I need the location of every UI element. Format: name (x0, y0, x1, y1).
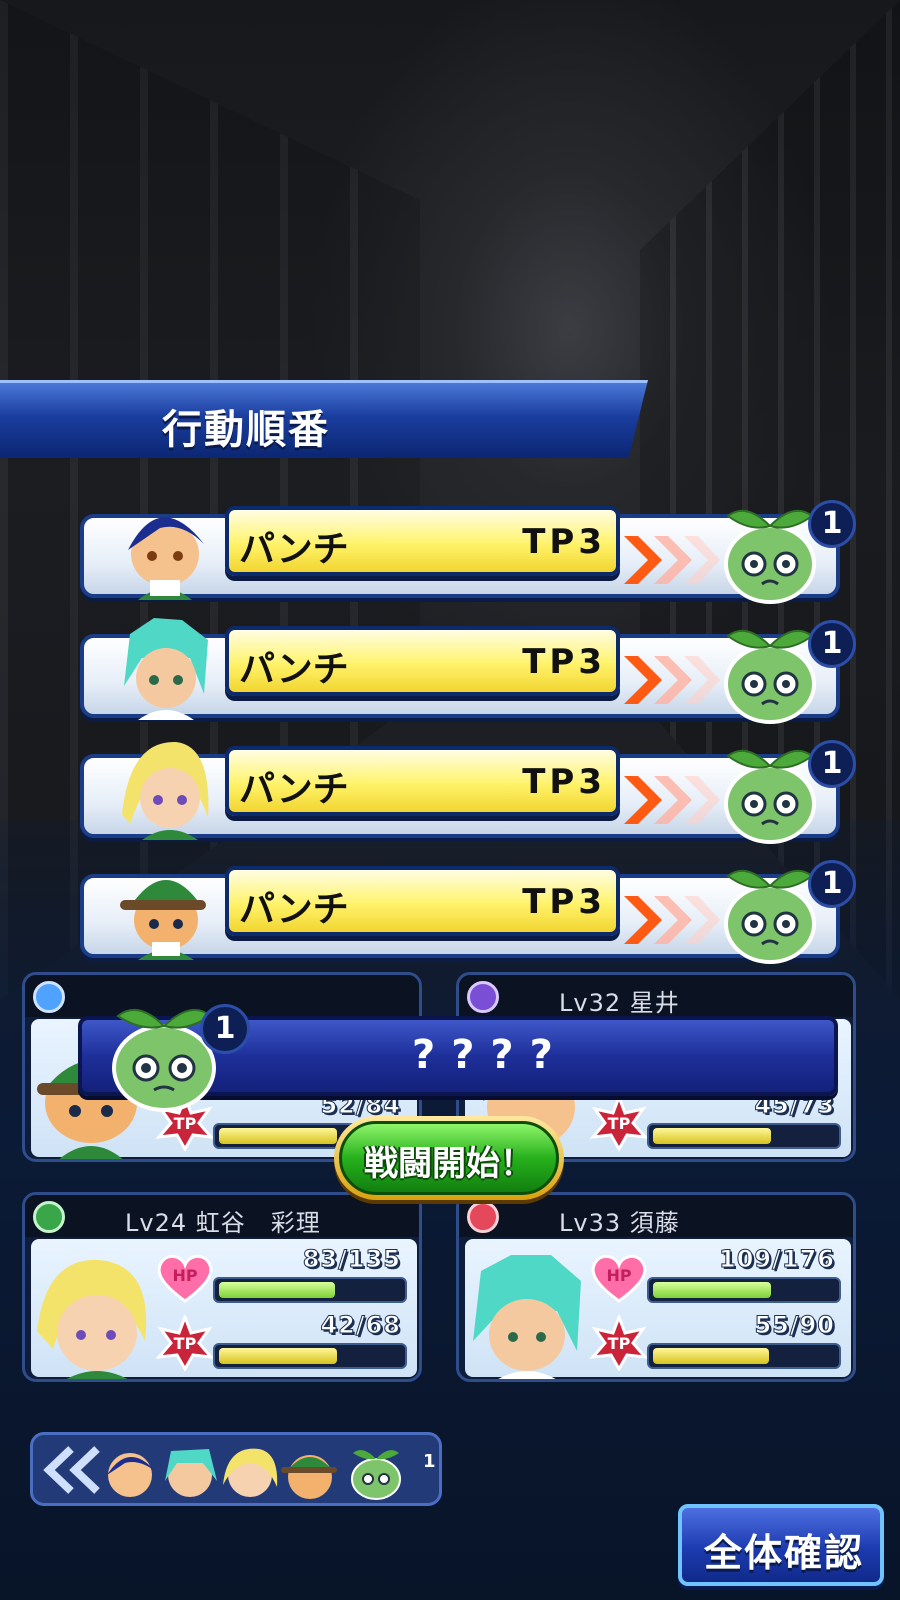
green-cap-boy-avatar (120, 880, 206, 960)
tp-value: 55/90 (754, 1311, 835, 1340)
arrow-right-icon (624, 776, 720, 824)
tp-icon: TP (589, 1095, 649, 1151)
sprout-enemy-target-icon (724, 629, 816, 724)
action-row[interactable]: パンチ TP3 1 (80, 860, 856, 964)
svg-text:HP: HP (606, 1266, 631, 1285)
svg-text:TP: TP (608, 1114, 631, 1133)
turn-order-strip[interactable]: 1 (30, 1432, 442, 1506)
hp-bar (647, 1277, 841, 1303)
green-cap-boy-mini-icon (281, 1455, 337, 1499)
target-number-badge: 1 (808, 740, 856, 788)
bar-fill (219, 1348, 337, 1364)
sprout-enemy-target-icon (724, 749, 816, 844)
skill-name: パンチ (239, 769, 349, 810)
target-icon (467, 1201, 499, 1233)
overall-confirm-button[interactable]: 全体確認 (678, 1504, 884, 1586)
blue-hair-boy-avatar (128, 517, 204, 600)
svg-text:TP: TP (174, 1114, 197, 1133)
blonde-girl-portrait (37, 1259, 147, 1379)
fist-icon (467, 981, 499, 1013)
skill-name: パンチ (239, 529, 349, 570)
action-row[interactable]: パンチ TP3 1 (80, 500, 856, 604)
teal-hair-boy-mini-icon (165, 1449, 217, 1497)
page-title: 行動順番 (162, 407, 330, 453)
sprout-enemy-mini-icon (351, 1450, 401, 1500)
bar-fill (653, 1348, 769, 1364)
teal-hair-boy-avatar (124, 618, 208, 720)
bar-fill (653, 1282, 771, 1298)
hp-value: 109/176 (719, 1245, 835, 1274)
target-number-badge: 1 (808, 620, 856, 668)
fist-icon (33, 981, 65, 1013)
bar-fill (653, 1128, 771, 1144)
action-row[interactable]: パンチ TP3 1 (80, 618, 856, 724)
action-row[interactable]: パンチ TP3 1 (80, 740, 856, 844)
bar-fill (219, 1128, 337, 1144)
enemy-action-label: ???? (412, 1032, 569, 1078)
party-card-3[interactable]: Lv24 虹谷 彩理 HP TP 83/135 42/68 (22, 1192, 422, 1382)
enemy-number-badge: 1 (200, 1004, 250, 1054)
blonde-girl-avatar (122, 741, 209, 840)
skill-name: パンチ (239, 649, 349, 690)
blue-hair-boy-mini-icon (107, 1453, 155, 1497)
svg-text:TP: TP (608, 1334, 631, 1353)
arrow-right-icon (624, 656, 720, 704)
start-battle-button-face: 戦闘開始！ (339, 1121, 559, 1195)
skill-panel: パンチ TP3 (225, 746, 620, 816)
skill-panel: パンチ TP3 (225, 626, 620, 696)
target-number-badge: 1 (808, 860, 856, 908)
arrow-right-icon (624, 536, 720, 584)
skill-name: パンチ (239, 889, 349, 930)
battle-screen: 行動順番 パンチ TP3 1 パンチ TP3 1 パンチ TP3 1 パンチ TP3 1 TP 52/… (0, 0, 900, 1600)
arrow-right-icon (624, 896, 720, 944)
sprout-enemy-target-icon (724, 509, 816, 604)
sprout-enemy-target-icon (724, 869, 816, 964)
skill-tp-cost: TP3 (522, 642, 606, 682)
skill-tp-cost: TP3 (522, 882, 606, 922)
hp-value: 83/135 (302, 1245, 401, 1274)
teal-hair-boy-portrait (473, 1255, 581, 1379)
tp-icon: TP (155, 1315, 215, 1371)
skill-tp-cost: TP3 (522, 762, 606, 802)
party-card-4[interactable]: Lv33 須藤 HP TP 109/176 55/90 (456, 1192, 856, 1382)
sprout-enemy-icon (112, 1008, 216, 1112)
hp-bar (213, 1277, 407, 1303)
skill-panel: パンチ TP3 (225, 506, 620, 576)
heart-hp-icon: HP (157, 1255, 213, 1303)
skill-tp-cost: TP3 (522, 522, 606, 562)
target-number-badge: 1 (808, 500, 856, 548)
start-battle-label: 戦闘開始！ (364, 1144, 534, 1184)
tp-bar (647, 1343, 841, 1369)
tp-value: 42/68 (320, 1311, 401, 1340)
start-battle-button[interactable]: 戦闘開始！ (334, 1116, 564, 1200)
bar-fill (219, 1282, 335, 1298)
overall-confirm-label: 全体確認 (704, 1531, 865, 1575)
turn-order-badge: 1 (423, 1451, 436, 1472)
skill-panel: パンチ TP3 (225, 866, 620, 936)
action-order-title-bar: 行動順番 (0, 380, 648, 458)
svg-text:HP: HP (172, 1266, 197, 1285)
tp-bar (213, 1343, 407, 1369)
heart-hp-icon: HP (591, 1255, 647, 1303)
tp-icon: TP (589, 1315, 649, 1371)
svg-text:TP: TP (174, 1334, 197, 1353)
tp-bar (647, 1123, 841, 1149)
hexagon-icon (33, 1201, 65, 1233)
blonde-girl-mini-icon (223, 1448, 278, 1497)
